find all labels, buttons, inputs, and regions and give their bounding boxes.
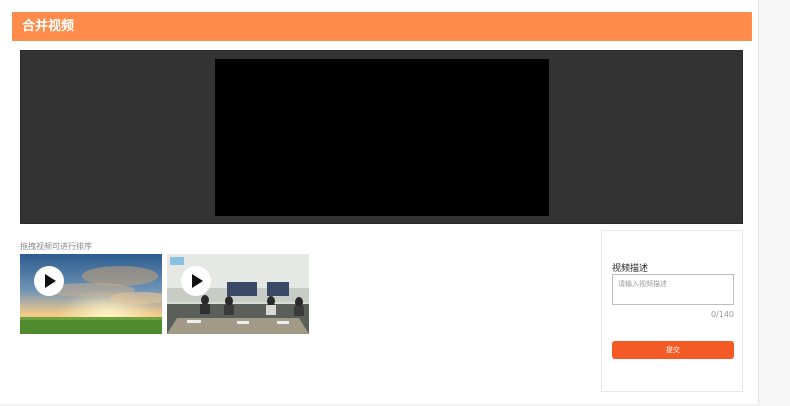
character-counter: 0/140 <box>710 310 734 319</box>
page-header: 合并视频 <box>12 12 752 41</box>
description-title: 视频描述 <box>612 264 649 274</box>
video-thumbnail-2[interactable] <box>167 254 309 334</box>
right-gutter <box>759 0 790 406</box>
play-icon[interactable] <box>181 266 211 296</box>
video-thumbnail-1[interactable] <box>20 254 162 334</box>
description-input[interactable] <box>612 274 734 305</box>
play-icon[interactable] <box>34 266 64 296</box>
video-screen[interactable] <box>215 59 549 216</box>
description-panel: 视频描述 0/140 提交 <box>601 230 743 392</box>
page-title: 合并视频 <box>22 19 75 34</box>
submit-button[interactable]: 提交 <box>612 341 734 359</box>
sort-hint: 拖拽视频可进行排序 <box>20 242 92 251</box>
video-player[interactable] <box>20 50 743 224</box>
